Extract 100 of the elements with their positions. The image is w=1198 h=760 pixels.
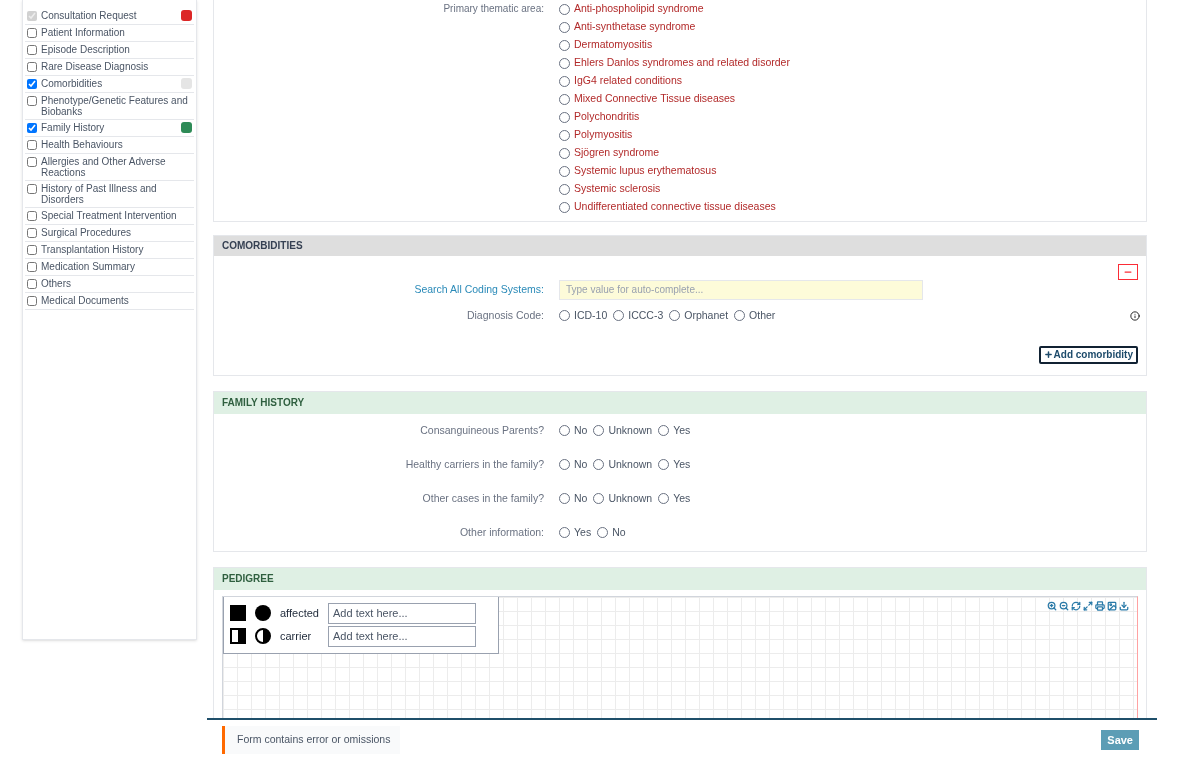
- radio-button[interactable]: [658, 425, 670, 437]
- option-label: Mixed Connective Tissue diseases: [574, 91, 736, 107]
- sidebar-item[interactable]: Others: [41, 278, 192, 289]
- sidebar-item[interactable]: Phenotype/Genetic Features and Biobanks: [41, 95, 192, 117]
- question-label: Healthy carriers in the family?: [404, 456, 545, 472]
- field-label: Primary thematic area:: [442, 2, 545, 16]
- radio-button[interactable]: [597, 527, 609, 539]
- section-checkbox[interactable]: [27, 211, 37, 221]
- section-title: PEDIGREE: [214, 568, 1146, 590]
- section-title: FAMILY HISTORY: [214, 391, 1146, 414]
- section-checkbox[interactable]: [27, 184, 37, 194]
- option-label: Other: [749, 307, 776, 323]
- sidebar-item[interactable]: Health Behaviours: [41, 139, 192, 150]
- image-icon[interactable]: [1107, 601, 1117, 611]
- radio-button[interactable]: [559, 425, 570, 437]
- option-label: Polychondritis: [574, 109, 640, 125]
- sidebar-item[interactable]: Medical Documents: [41, 295, 192, 306]
- plus-icon: [1043, 350, 1053, 360]
- affected-symbols-icon: [230, 604, 272, 623]
- section-checkbox[interactable]: [27, 279, 37, 289]
- section-title: COMORBIDITIES: [214, 235, 1146, 256]
- radio-button[interactable]: [593, 493, 605, 505]
- section-checkbox[interactable]: [27, 28, 37, 38]
- section-checkbox[interactable]: [27, 79, 37, 89]
- radio-button[interactable]: [669, 310, 681, 322]
- section-checkbox[interactable]: [27, 45, 37, 55]
- section-checkbox[interactable]: [27, 228, 37, 238]
- sidebar-item[interactable]: Episode Description: [41, 44, 192, 55]
- radio-button[interactable]: [613, 310, 625, 322]
- option-label: Undifferentiated connective tissue diseases: [574, 199, 776, 215]
- section-checkbox[interactable]: [27, 157, 37, 167]
- radio-button[interactable]: [559, 459, 570, 471]
- option-label: ICD-10: [574, 307, 608, 323]
- sidebar-item[interactable]: Comorbidities: [41, 78, 177, 89]
- radio-button[interactable]: [559, 3, 570, 15]
- sidebar-item[interactable]: Patient Information: [41, 27, 192, 38]
- radio-button[interactable]: [559, 527, 570, 539]
- radio-button[interactable]: [658, 459, 670, 471]
- radio-button[interactable]: [593, 425, 605, 437]
- zoom-in-icon[interactable]: [1047, 601, 1057, 611]
- printer-icon[interactable]: [1095, 601, 1105, 611]
- zoom-out-icon[interactable]: [1059, 601, 1069, 611]
- section-checkbox[interactable]: [27, 96, 37, 106]
- section-checkbox[interactable]: [27, 140, 37, 150]
- radio-button[interactable]: [658, 493, 670, 505]
- option-label: Anti-phospholipid syndrome: [574, 1, 704, 17]
- radio-button[interactable]: [734, 310, 746, 322]
- radio-button[interactable]: [559, 147, 570, 159]
- field-label: Diagnosis Code:: [465, 307, 545, 323]
- error-message: Form contains error or omissions: [222, 726, 401, 754]
- radio-button[interactable]: [559, 111, 570, 123]
- expand-icon[interactable]: [1083, 601, 1093, 611]
- sidebar-item[interactable]: Medication Summary: [41, 261, 192, 272]
- download-icon[interactable]: [1119, 601, 1129, 611]
- radio-button[interactable]: [559, 129, 570, 141]
- option-label: Dermatomyositis: [574, 37, 653, 53]
- radio-button[interactable]: [559, 21, 570, 33]
- option-label: Systemic sclerosis: [574, 181, 661, 197]
- section-checkbox[interactable]: [27, 123, 37, 133]
- collapse-button[interactable]: [1118, 263, 1138, 280]
- radio-button[interactable]: [593, 459, 605, 471]
- option-label: IgG4 related conditions: [574, 73, 682, 89]
- option-label: Unknown: [608, 422, 653, 438]
- legend-text-field[interactable]: Add text here...: [328, 603, 476, 624]
- option-label: No: [574, 490, 588, 506]
- info-icon[interactable]: [1130, 310, 1140, 321]
- section-checkbox[interactable]: [27, 262, 37, 272]
- sidebar-item[interactable]: Allergies and Other Adverse Reactions: [41, 156, 192, 178]
- radio-button[interactable]: [559, 39, 570, 51]
- radio-button[interactable]: [559, 93, 570, 105]
- radio-button[interactable]: [559, 183, 570, 195]
- sidebar-item[interactable]: Rare Disease Diagnosis: [41, 61, 192, 72]
- option-label: Sjögren syndrome: [574, 145, 660, 161]
- radio-button[interactable]: [559, 57, 570, 69]
- radio-button[interactable]: [559, 493, 570, 505]
- sidebar-item[interactable]: Transplantation History: [41, 244, 192, 255]
- sidebar-item[interactable]: Family History: [41, 122, 177, 133]
- sidebar-item[interactable]: History of Past Illness and Disorders: [41, 183, 192, 205]
- option-label: Unknown: [608, 456, 653, 472]
- search-field[interactable]: Type value for auto-complete...: [559, 279, 923, 300]
- legend-text-field[interactable]: Add text here...: [328, 626, 476, 647]
- radio-button[interactable]: [559, 310, 570, 322]
- option-label: No: [574, 422, 588, 438]
- question-label: Other information:: [458, 524, 545, 540]
- legend-label: affected: [280, 606, 320, 622]
- radio-button[interactable]: [559, 165, 570, 177]
- radio-button[interactable]: [559, 75, 570, 87]
- section-checkbox[interactable]: [27, 62, 37, 72]
- radio-button[interactable]: [559, 201, 570, 213]
- carrier-symbols-icon: [230, 627, 272, 646]
- add-comorbidity-button[interactable]: Add comorbidity: [1038, 345, 1138, 364]
- option-label: Yes: [673, 490, 691, 506]
- refresh-icon[interactable]: [1071, 601, 1081, 611]
- sidebar-item[interactable]: Special Treatment Intervention: [41, 210, 192, 221]
- section-checkbox[interactable]: [27, 245, 37, 255]
- option-label: No: [574, 456, 588, 472]
- section-checkbox[interactable]: [27, 296, 37, 306]
- sidebar-item[interactable]: Surgical Procedures: [41, 227, 192, 238]
- option-label: Yes: [673, 422, 691, 438]
- question-label: Consanguineous Parents?: [419, 422, 545, 438]
